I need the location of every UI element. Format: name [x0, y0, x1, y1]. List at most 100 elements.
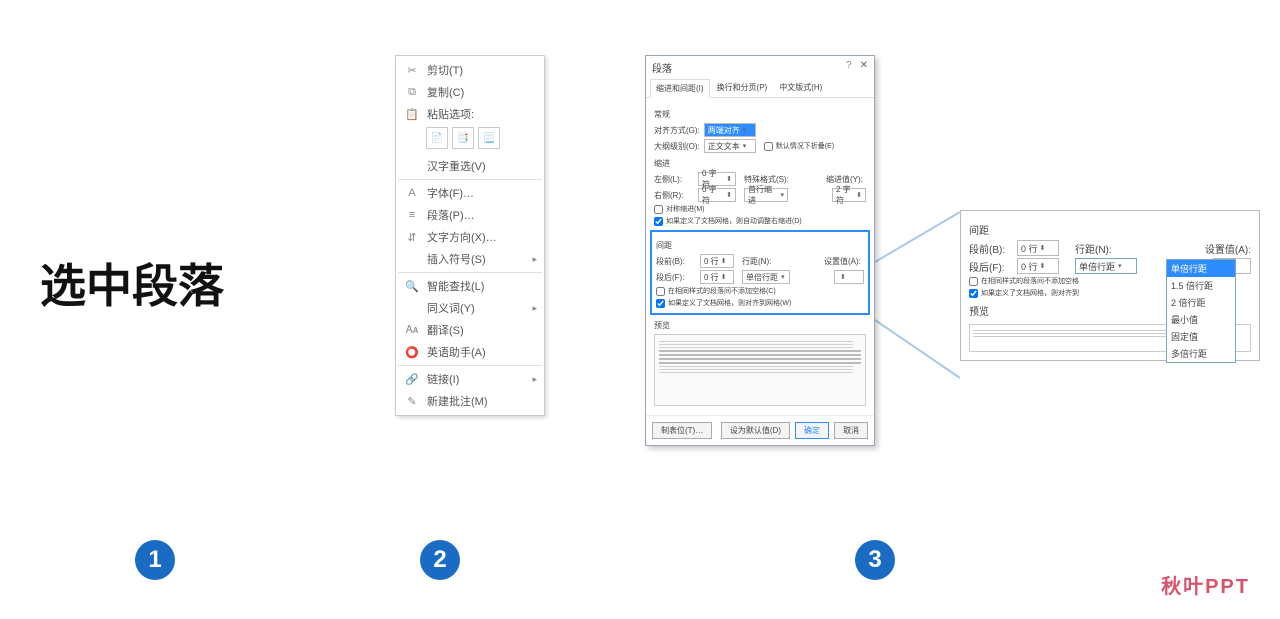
paste-opt-merge[interactable]: 📑 [452, 127, 474, 149]
dd-min[interactable]: 最小值 [1167, 311, 1235, 328]
ctx-english-label: 英语助手(A) [427, 344, 486, 360]
ctx-paste-options: 📋 粘贴选项: [398, 103, 542, 125]
ctx-font[interactable]: A 字体(F)… [398, 182, 542, 204]
ctx-comment-label: 新建批注(M) [427, 393, 488, 409]
cancel-button[interactable]: 取消 [834, 422, 868, 439]
ctx-english-helper[interactable]: ⭕ 英语助手(A) [398, 341, 542, 363]
before-label: 段前(B): [656, 256, 696, 267]
chevron-right-icon: ▸ [532, 303, 537, 314]
paragraph-icon: ≡ [403, 208, 421, 222]
special-label: 特殊格式(S): [744, 174, 789, 185]
preview-box [654, 334, 866, 406]
main-title: 选中段落 [40, 250, 224, 316]
zoom-before-spinner[interactable]: 0 行 [1017, 240, 1059, 256]
ok-button[interactable]: 确定 [795, 422, 829, 439]
collapsed-checkbox[interactable] [764, 142, 773, 151]
ctx-symbol-label: 插入符号(S) [427, 251, 486, 267]
close-icon[interactable]: ✕ [860, 60, 868, 75]
setval-spinner[interactable] [834, 270, 864, 284]
ctx-hanzi[interactable]: 汉字重选(V) [398, 155, 542, 177]
zoom-line-select[interactable]: 单倍行距 [1075, 258, 1137, 274]
default-button[interactable]: 设为默认值(D) [721, 422, 790, 439]
dd-multi[interactable]: 多倍行距 [1167, 345, 1235, 362]
ctx-insert-symbol[interactable]: 插入符号(S) ▸ [398, 248, 542, 270]
outline-select[interactable]: 正文文本 [704, 139, 756, 153]
right-indent-spinner[interactable]: 0 字符 [698, 188, 736, 202]
dd-1-5[interactable]: 1.5 倍行距 [1167, 277, 1235, 294]
outline-label: 大纲级别(O): [654, 141, 700, 152]
auto-indent-checkbox[interactable] [654, 217, 663, 226]
ctx-synonyms[interactable]: 同义词(Y) ▸ [398, 297, 542, 319]
ctx-synonym-label: 同义词(Y) [427, 300, 475, 316]
zoom-after-label: 段后(F): [969, 259, 1013, 274]
special-select[interactable]: 首行缩进 [744, 188, 788, 202]
ctx-paragraph[interactable]: ≡ 段落(P)… [398, 204, 542, 226]
nospace-checkbox[interactable] [656, 287, 665, 296]
zoom-snap-checkbox[interactable] [969, 289, 978, 298]
alignment-select[interactable]: 两端对齐 [704, 123, 756, 137]
dd-single[interactable]: 单倍行距 [1167, 260, 1235, 277]
line-spacing-dropdown: 单倍行距 1.5 倍行距 2 倍行距 最小值 固定值 多倍行距 [1166, 259, 1236, 363]
ctx-copy[interactable]: ⧉ 复制(C) [398, 81, 542, 103]
zoom-detail-panel: 间距 段前(B): 0 行 行距(N): 设置值(A): 段后(F): 0 行 … [960, 210, 1260, 361]
tab-asian[interactable]: 中文版式(H) [774, 79, 827, 97]
ctx-text-direction[interactable]: ⇵ 文字方向(X)… [398, 226, 542, 248]
section-preview: 预览 [654, 320, 866, 331]
line-label: 行距(N): [742, 256, 782, 267]
paste-icon: 📋 [403, 107, 421, 121]
ctx-smart-lookup[interactable]: 🔍 智能查找(L) [398, 275, 542, 297]
indent-value-label: 缩进值(Y): [826, 174, 866, 185]
ctx-direction-label: 文字方向(X)… [427, 229, 497, 245]
zoom-after-spinner[interactable]: 0 行 [1017, 258, 1059, 274]
ctx-link-label: 链接(I) [427, 371, 459, 387]
ctx-cut-label: 剪切(T) [427, 62, 463, 78]
direction-icon: ⇵ [403, 230, 421, 244]
snap-checkbox[interactable] [656, 299, 665, 308]
chevron-right-icon: ▸ [532, 254, 537, 265]
indent-value-spinner[interactable]: 2 字符 [832, 188, 866, 202]
paste-opt-text[interactable]: 📃 [478, 127, 500, 149]
left-indent-label: 左侧(L): [654, 174, 694, 185]
zoom-nospace-checkbox[interactable] [969, 277, 978, 286]
before-spinner[interactable]: 0 行 [700, 254, 734, 268]
tab-line-page[interactable]: 换行和分页(P) [712, 79, 773, 97]
zoom-spacing-label: 间距 [969, 222, 1251, 237]
line-spacing-select[interactable]: 单倍行距 [742, 270, 790, 284]
cut-icon: ✂ [403, 63, 421, 77]
spacing-highlight: 间距 段前(B): 0 行 行距(N): 设置值(A): 段后(F): 0 行 … [650, 230, 870, 315]
ctx-cut[interactable]: ✂ 剪切(T) [398, 59, 542, 81]
tabs-button[interactable]: 制表位(T)… [652, 422, 712, 439]
ctx-new-comment[interactable]: ✎ 新建批注(M) [398, 390, 542, 412]
setval-label: 设置值(A): [824, 256, 864, 267]
after-label: 段后(F): [656, 272, 696, 283]
ctx-font-label: 字体(F)… [427, 185, 474, 201]
tab-indent-spacing[interactable]: 缩进和间距(I) [650, 79, 710, 98]
zoom-setval-label: 设置值(A): [1205, 241, 1251, 256]
paragraph-dialog: 段落 ? ✕ 缩进和间距(I) 换行和分页(P) 中文版式(H) 常规 对齐方式… [645, 55, 875, 446]
after-spinner[interactable]: 0 行 [700, 270, 734, 284]
translate-icon: 🗛 [403, 323, 421, 337]
help-icon[interactable]: ? [846, 60, 852, 75]
alignment-label: 对齐方式(G): [654, 125, 700, 136]
font-icon: A [403, 186, 421, 200]
context-menu: ✂ 剪切(T) ⧉ 复制(C) 📋 粘贴选项: 📄 📑 📃 汉字重选(V) A … [395, 55, 545, 416]
ctx-hanzi-label: 汉字重选(V) [427, 158, 486, 174]
ctx-translate-label: 翻译(S) [427, 322, 464, 338]
right-indent-label: 右侧(R): [654, 190, 694, 201]
paste-opt-keep-format[interactable]: 📄 [426, 127, 448, 149]
brand-watermark: 秋叶PPT [1161, 570, 1250, 599]
step-badge-1: 1 [135, 540, 175, 580]
dd-double[interactable]: 2 倍行距 [1167, 294, 1235, 311]
search-icon: 🔍 [403, 279, 421, 293]
dd-fixed[interactable]: 固定值 [1167, 328, 1235, 345]
ctx-link[interactable]: 🔗 链接(I) ▸ [398, 368, 542, 390]
chevron-right-icon: ▸ [532, 374, 537, 385]
section-spacing: 间距 [656, 240, 864, 251]
ctx-translate[interactable]: 🗛 翻译(S) [398, 319, 542, 341]
copy-icon: ⧉ [403, 85, 421, 99]
helper-icon: ⭕ [403, 345, 421, 359]
link-icon: 🔗 [403, 372, 421, 386]
dialog-title: 段落 [652, 60, 846, 75]
symmetric-checkbox[interactable] [654, 205, 663, 214]
step-badge-3: 3 [855, 540, 895, 580]
